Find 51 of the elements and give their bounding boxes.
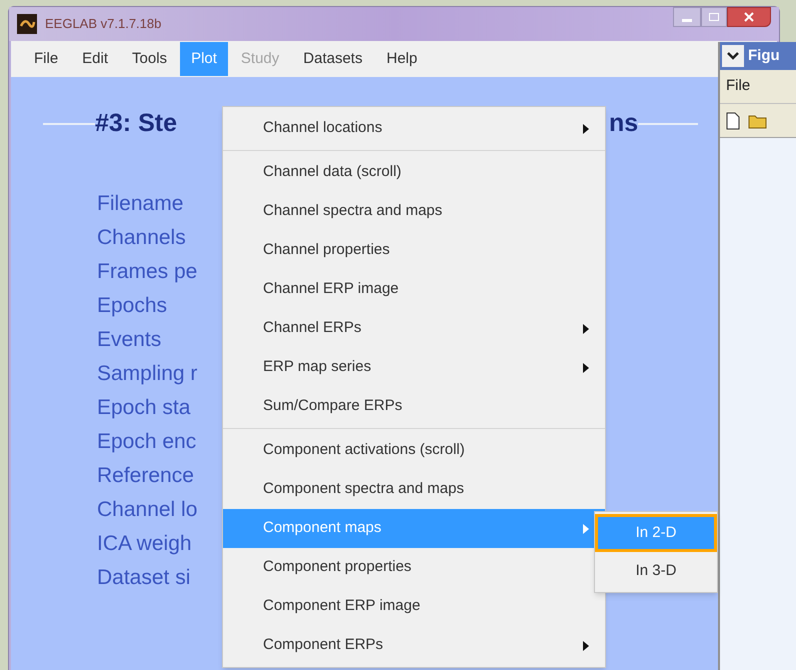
menu-item[interactable]: Component spectra and maps bbox=[223, 470, 605, 509]
submenu-arrow-icon bbox=[583, 124, 589, 134]
menu-item[interactable]: ERP map series bbox=[223, 348, 605, 387]
maximize-icon bbox=[709, 13, 719, 21]
menu-bar-item[interactable]: Tools bbox=[121, 42, 178, 76]
submenu-arrow-icon bbox=[583, 524, 589, 534]
field-label: Reference bbox=[97, 462, 194, 488]
menu-item[interactable]: Component ERPs bbox=[223, 626, 605, 665]
menu-bar-item[interactable]: Datasets bbox=[292, 42, 374, 76]
figure-window-title: Figu bbox=[748, 46, 780, 66]
field-label: Dataset si bbox=[97, 564, 190, 590]
menu-item[interactable]: Channel spectra and maps bbox=[223, 192, 605, 231]
field-label: Frames pe bbox=[97, 258, 198, 284]
field-label: Channels bbox=[97, 224, 186, 250]
field-label: Channel lo bbox=[97, 496, 198, 522]
menu-item[interactable]: Channel locations bbox=[223, 109, 605, 148]
menu-item[interactable]: Channel properties bbox=[223, 231, 605, 270]
chevron-down-icon bbox=[727, 52, 739, 60]
field-label: Filename bbox=[97, 190, 184, 216]
new-document-icon[interactable] bbox=[726, 112, 740, 130]
collapse-button[interactable] bbox=[722, 45, 744, 67]
menu-item[interactable]: Channel ERPs bbox=[223, 309, 605, 348]
folder-icon[interactable] bbox=[748, 112, 768, 128]
app-logo-icon bbox=[17, 14, 37, 34]
menu-item[interactable]: Sum/Compare ERPs bbox=[223, 387, 605, 426]
menu-bar-item[interactable]: File bbox=[726, 75, 750, 98]
maximize-button[interactable] bbox=[701, 7, 727, 27]
menu-bar-item[interactable]: Edit bbox=[71, 42, 120, 76]
field-label: ICA weigh bbox=[97, 530, 192, 556]
minimize-button[interactable] bbox=[673, 7, 701, 27]
menu-item[interactable]: Component activations (scroll) bbox=[223, 431, 605, 470]
menu-item[interactable]: Component ERP image bbox=[223, 587, 605, 626]
window-title: EEGLAB v7.1.7.18b bbox=[45, 15, 162, 34]
menu-item[interactable]: In 3-D bbox=[595, 552, 717, 590]
submenu-arrow-icon bbox=[583, 640, 589, 650]
menu-item[interactable]: Channel data (scroll) bbox=[223, 153, 605, 192]
menu-bar-item[interactable]: Help bbox=[375, 42, 428, 76]
panel-heading: ns bbox=[608, 108, 638, 139]
panel-heading: #3: Ste bbox=[95, 108, 177, 139]
close-icon bbox=[744, 12, 754, 22]
field-label: Epochs bbox=[97, 292, 168, 318]
submenu-arrow-icon bbox=[583, 324, 589, 334]
submenu-arrow-icon bbox=[583, 362, 589, 372]
field-label: Events bbox=[97, 326, 162, 352]
close-button[interactable] bbox=[727, 7, 771, 27]
minimize-icon bbox=[682, 19, 692, 22]
menu-item[interactable]: Channel ERP image bbox=[223, 270, 605, 309]
field-label: Epoch enc bbox=[97, 428, 196, 454]
field-label: Epoch sta bbox=[97, 394, 190, 420]
menu-bar-item[interactable]: File bbox=[23, 42, 70, 76]
field-label: Sampling r bbox=[97, 360, 198, 386]
